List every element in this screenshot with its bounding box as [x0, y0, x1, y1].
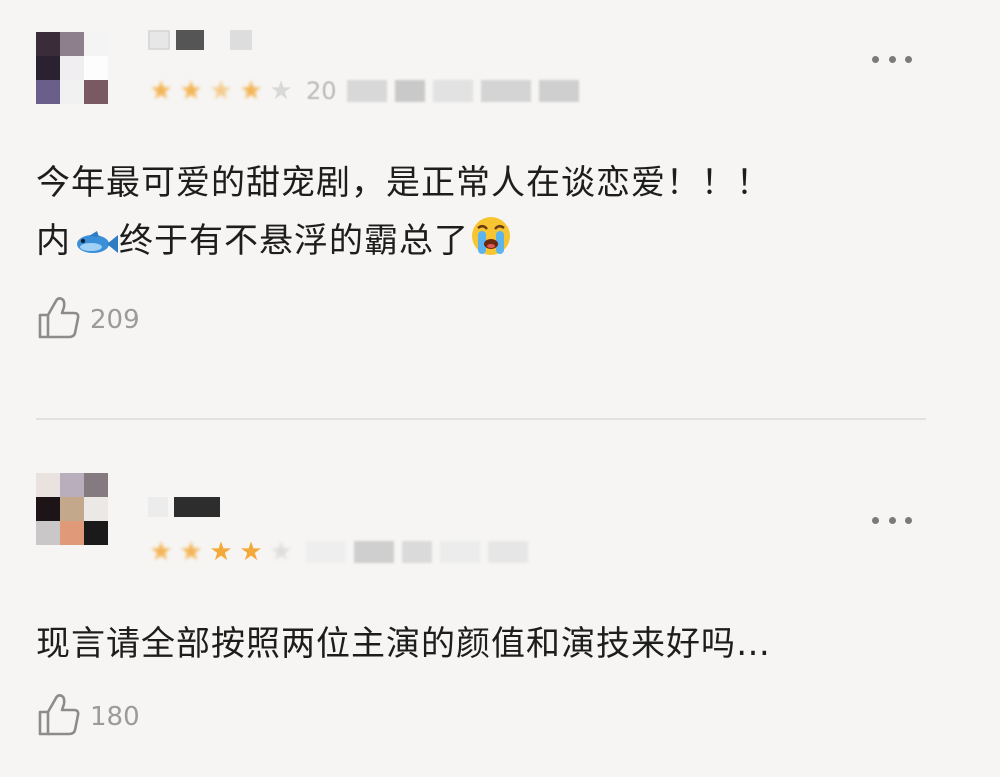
comment-text: 今年最可爱的甜宠剧，是正常人在谈恋爱！！！ 内 终于有不悬浮的霸总了	[36, 154, 771, 276]
more-icon[interactable]	[872, 513, 912, 527]
more-icon[interactable]	[872, 52, 912, 66]
star-icon: ★	[179, 537, 203, 567]
comment-text-fragment: 终于有不悬浮的霸总了	[119, 221, 469, 261]
date-text: 20	[306, 77, 337, 105]
comment-text-line: 现言请全部按照两位主演的颜值和演技来好吗…	[36, 624, 771, 664]
divider	[36, 418, 926, 420]
username[interactable]	[148, 30, 252, 50]
star-icon: ★	[179, 76, 203, 106]
crying-face-emoji-icon	[469, 214, 513, 276]
username[interactable]	[148, 497, 220, 517]
star-icon: ★	[239, 76, 263, 106]
star-icon: ★	[209, 76, 233, 106]
star-icon: ★	[239, 537, 263, 567]
star-icon: ★	[149, 537, 173, 567]
like-count: 209	[90, 305, 140, 335]
like-button[interactable]: 180	[36, 692, 140, 742]
blurred-meta	[306, 541, 528, 563]
comment-text-line: 内 终于有不悬浮的霸总了	[36, 212, 771, 276]
like-count: 180	[90, 702, 140, 732]
star-icon: ★	[269, 537, 293, 567]
like-button[interactable]: 209	[36, 295, 140, 345]
rating-row: ★ ★ ★ ★ ★	[146, 537, 528, 567]
thumbs-up-icon	[36, 692, 82, 742]
comment-text-fragment: 内	[36, 221, 71, 261]
blurred-meta	[346, 80, 579, 102]
comment-text: 现言请全部按照两位主演的颜值和演技来好吗…	[36, 615, 771, 673]
thumbs-up-icon	[36, 295, 82, 345]
star-icon: ★	[269, 76, 293, 106]
comment-item: ★ ★ ★ ★ ★ 20 今年最可爱的甜宠剧，是正常人在谈恋爱！！！ 内 终于有…	[0, 0, 1000, 405]
comment-text-line: 今年最可爱的甜宠剧，是正常人在谈恋爱！！！	[36, 163, 771, 203]
star-icon: ★	[209, 537, 233, 567]
comment-item: ★ ★ ★ ★ ★ 现言请全部按照两位主演的颜值和演技来好吗… 180	[0, 425, 1000, 777]
star-icon: ★	[149, 76, 173, 106]
avatar[interactable]	[36, 32, 108, 104]
fish-emoji-icon	[71, 218, 119, 276]
rating-row: ★ ★ ★ ★ ★ 20	[146, 76, 579, 106]
avatar[interactable]	[36, 473, 108, 545]
